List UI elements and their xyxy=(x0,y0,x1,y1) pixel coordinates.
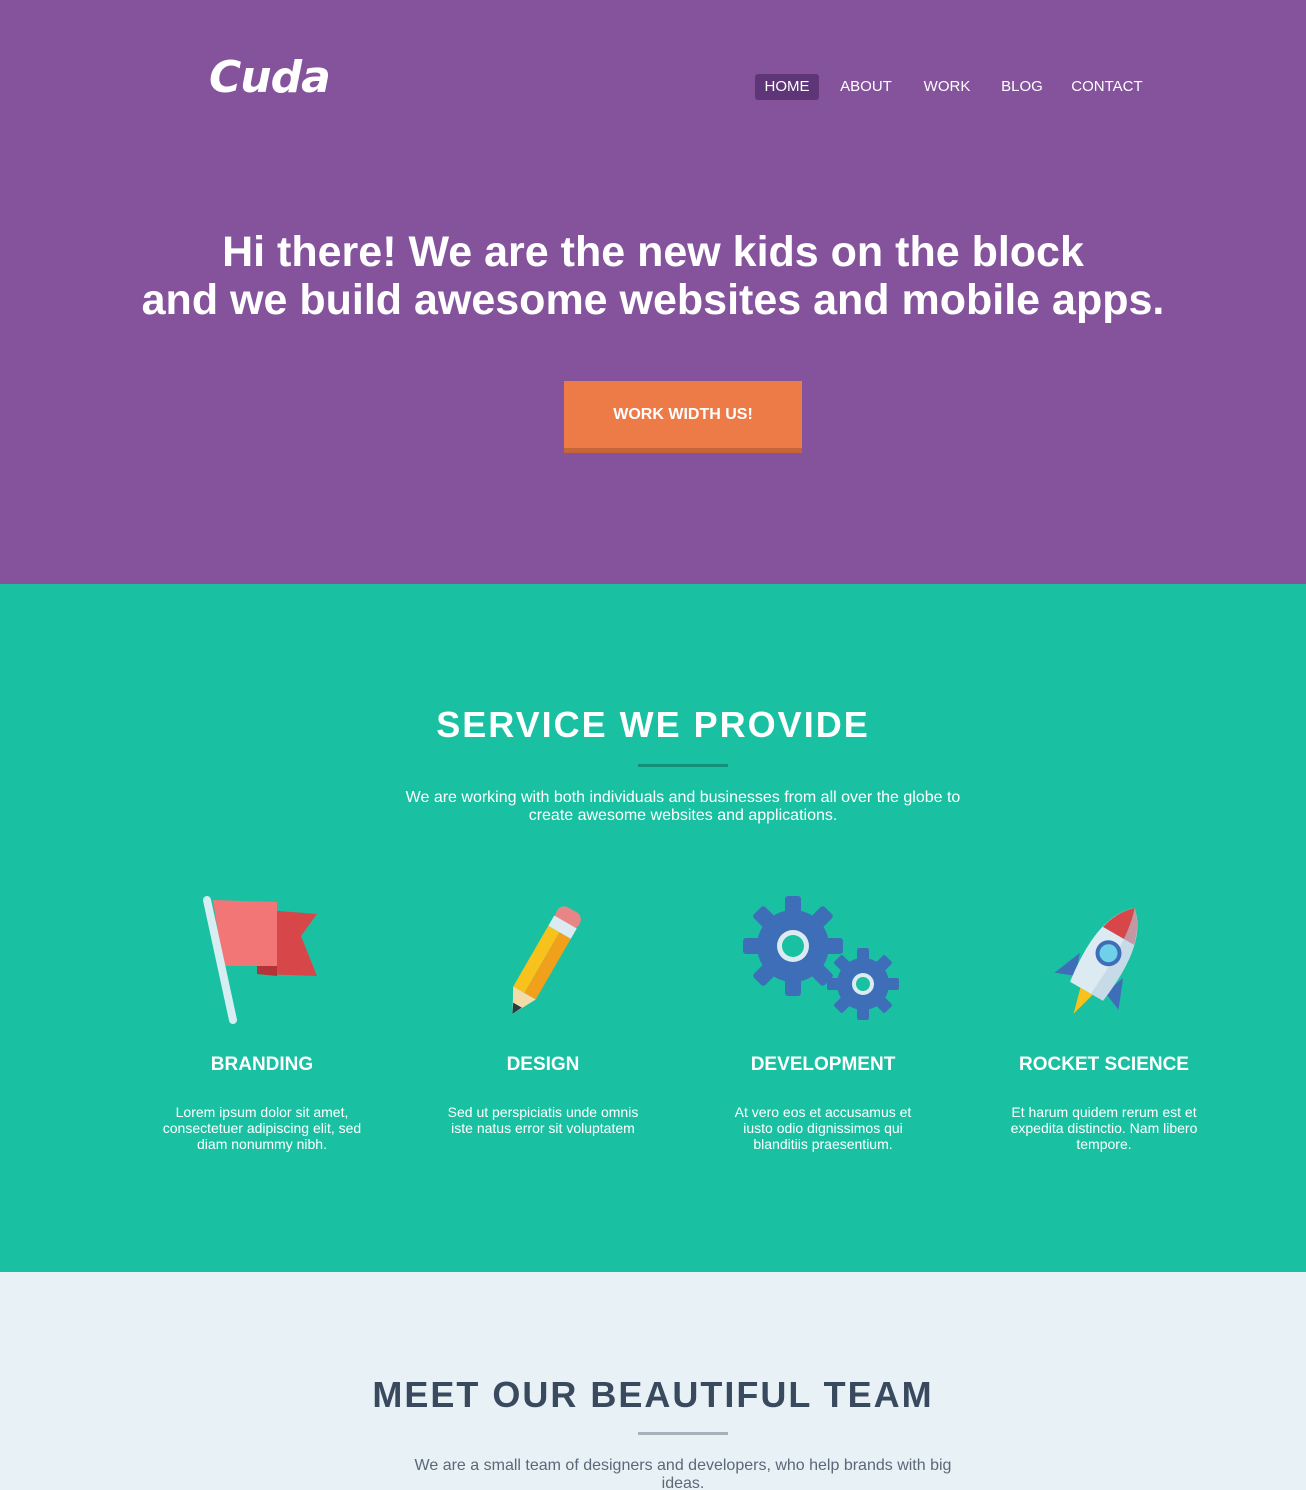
nav-item-blog[interactable]: BLOG xyxy=(994,74,1050,100)
services-divider xyxy=(638,764,728,767)
work-with-us-button[interactable]: WORK WIDTH US! xyxy=(564,381,802,453)
service-text-design: Sed ut perspiciatis unde omnis iste natu… xyxy=(447,1104,639,1136)
service-card-design: DESIGN Sed ut perspiciatis unde omnis is… xyxy=(413,884,673,1136)
main-nav: HOME ABOUT WORK BLOG CONTACT xyxy=(0,74,1306,100)
service-card-development: DEVELOPMENT At vero eos et accusamus et … xyxy=(693,884,953,1152)
services-intro: We are working with both individuals and… xyxy=(405,789,961,824)
services-section: SERVICE WE PROVIDE We are working with b… xyxy=(0,584,1306,1272)
pencil-icon xyxy=(413,884,673,1014)
nav-item-work[interactable]: WORK xyxy=(916,74,978,100)
service-title-design: DESIGN xyxy=(506,1054,580,1075)
service-text-rocket-science: Et harum quidem rerum est et expedita di… xyxy=(1010,1104,1198,1152)
team-title: MEET OUR BEAUTIFUL TEAM xyxy=(372,1374,934,1415)
flag-icon xyxy=(132,884,392,1024)
hero-headline: Hi there! We are the new kids on the blo… xyxy=(0,228,1306,324)
service-card-branding: BRANDING Lorem ipsum dolor sit amet, con… xyxy=(132,884,392,1152)
team-section: MEET OUR BEAUTIFUL TEAM We are a small t… xyxy=(0,1272,1306,1490)
hero-headline-line-2: and we build awesome websites and mobile… xyxy=(141,276,1165,324)
services-title: SERVICE WE PROVIDE xyxy=(436,704,870,745)
rocket-icon xyxy=(974,884,1234,1014)
gears-icon xyxy=(693,884,953,1020)
service-title-rocket-science: ROCKET SCIENCE xyxy=(1019,1054,1189,1075)
nav-item-contact[interactable]: CONTACT xyxy=(1066,74,1148,100)
hero-headline-line-1: Hi there! We are the new kids on the blo… xyxy=(222,228,1084,276)
nav-item-about[interactable]: ABOUT xyxy=(834,74,898,100)
nav-item-home[interactable]: HOME xyxy=(755,74,819,100)
service-text-development: At vero eos et accusamus et iusto odio d… xyxy=(734,1104,912,1152)
team-intro: We are a small team of designers and dev… xyxy=(414,1457,952,1490)
hero-section: Cuda HOME ABOUT WORK BLOG CONTACT Hi the… xyxy=(0,0,1306,584)
service-title-development: DEVELOPMENT xyxy=(750,1054,896,1075)
team-divider xyxy=(638,1432,728,1435)
service-card-rocket-science: ROCKET SCIENCE Et harum quidem rerum est… xyxy=(974,884,1234,1152)
service-text-branding: Lorem ipsum dolor sit amet, consectetuer… xyxy=(162,1104,362,1152)
service-title-branding: BRANDING xyxy=(210,1054,314,1075)
